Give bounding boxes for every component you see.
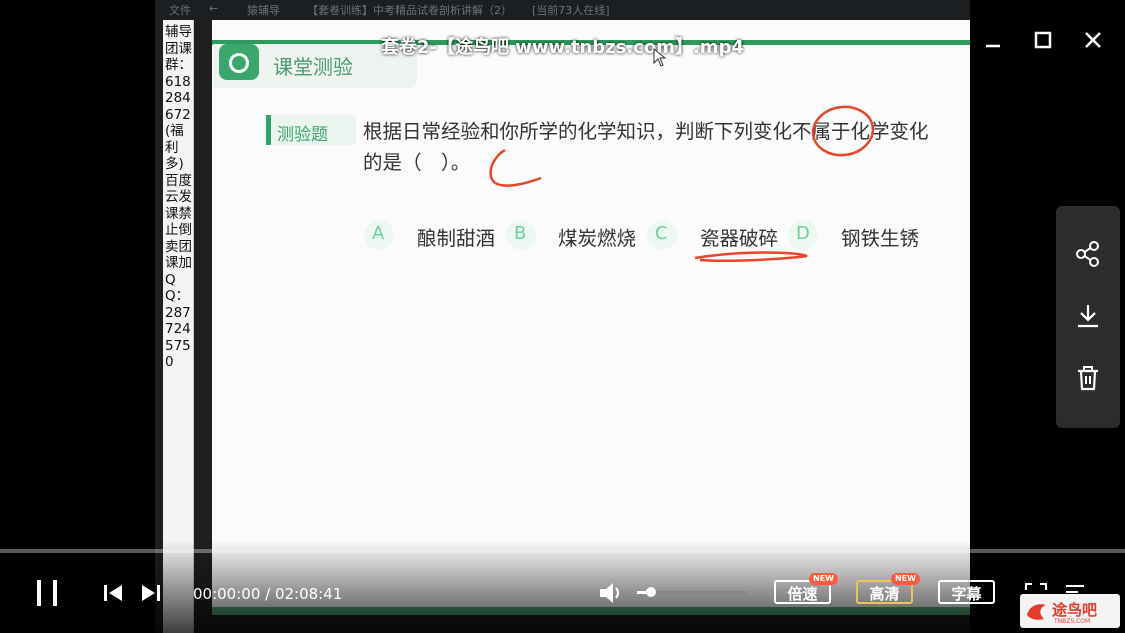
quality-new-badge: NEW <box>891 573 920 585</box>
annotation-underline-c <box>694 251 808 263</box>
pause-icon[interactable] <box>34 578 62 608</box>
watermark-subtext: TNBZS.COM <box>1054 618 1091 625</box>
maximize-button[interactable] <box>1028 26 1058 56</box>
bird-logo-icon <box>1027 604 1046 620</box>
volume-icon[interactable] <box>598 581 626 605</box>
minimize-button[interactable] <box>978 26 1008 56</box>
mouse-cursor-icon <box>653 48 667 67</box>
subtitle-button[interactable]: 字幕 <box>938 580 995 604</box>
download-icon[interactable] <box>1074 302 1102 330</box>
share-icon[interactable] <box>1074 240 1102 268</box>
speed-new-badge: NEW <box>809 573 838 585</box>
maximize-icon <box>1034 31 1052 49</box>
previous-icon[interactable] <box>102 583 124 603</box>
volume-knob[interactable] <box>646 587 656 597</box>
side-toolbar <box>1056 206 1120 428</box>
watermark-text: 途鸟吧 <box>1052 601 1098 619</box>
trash-icon[interactable] <box>1074 364 1102 392</box>
next-icon[interactable] <box>140 583 162 603</box>
pen-annotations <box>489 105 875 263</box>
annotation-bracket-mark <box>489 148 542 187</box>
progress-bar[interactable] <box>0 549 1125 553</box>
annotation-circle-not <box>811 105 875 157</box>
close-button[interactable] <box>1078 26 1108 56</box>
minimize-icon <box>986 44 1000 48</box>
time-display: 00:00:00 / 02:08:41 <box>193 585 343 603</box>
recorded-screen: 文件 ← 猿辅导 【套卷训练】中考精品试卷剖析讲解（2） [当前73人在线] 辅… <box>155 0 970 633</box>
video-title: 套卷2-【途鸟吧 www.tnbzs.com】.mp4 <box>381 37 744 58</box>
close-icon <box>1085 32 1101 48</box>
